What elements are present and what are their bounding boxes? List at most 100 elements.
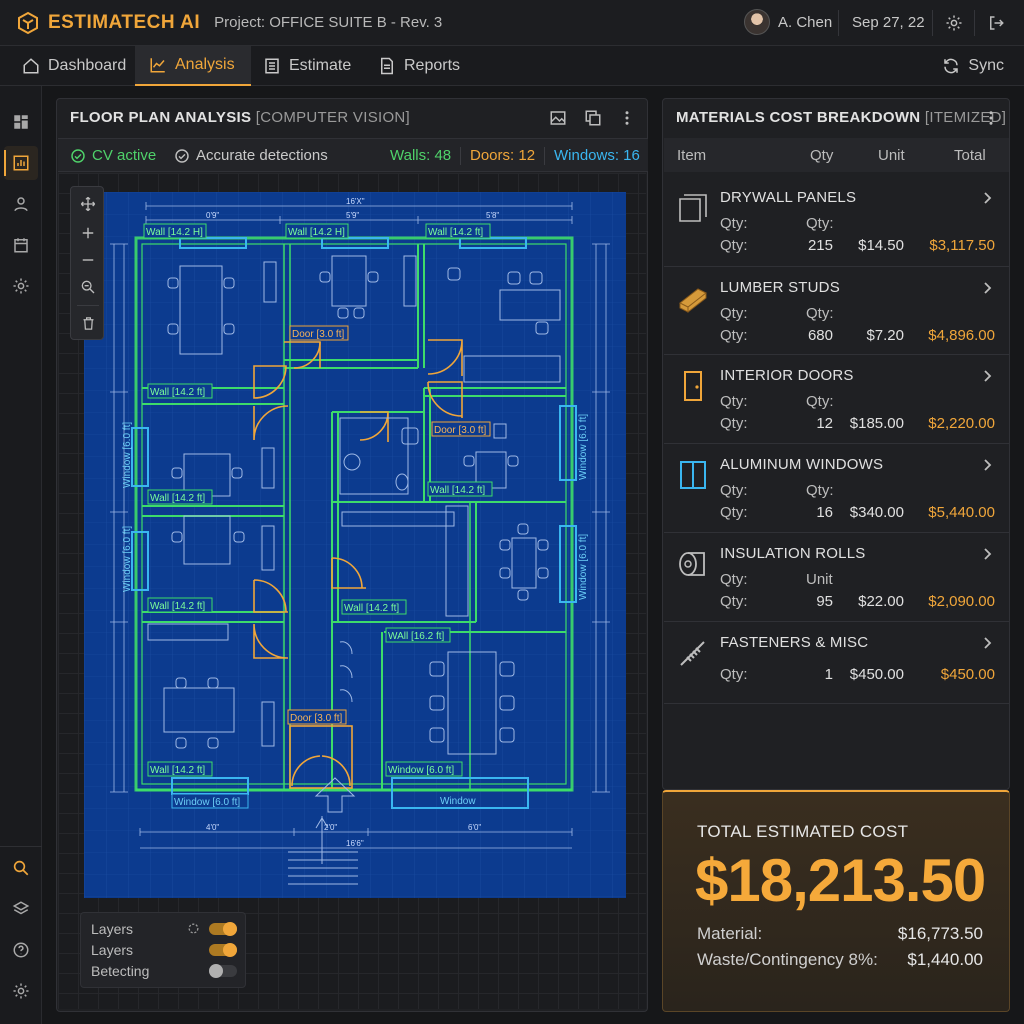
qty-value: 215 — [807, 237, 833, 254]
waste-value: $1,440.00 — [907, 950, 983, 969]
window-label: Window [6.0 ft] — [122, 526, 133, 592]
rail-settings[interactable] — [9, 274, 33, 298]
more-button[interactable] — [619, 109, 635, 132]
svg-text:Window [6.0 ft]: Window [6.0 ft] — [578, 414, 589, 480]
logout-button[interactable] — [985, 12, 1007, 34]
rail-layers[interactable] — [9, 897, 33, 921]
date-display: Sep 27, 22 — [852, 14, 925, 31]
delete-button[interactable] — [76, 311, 100, 335]
svg-text:Wall [14.2 ft]: Wall [14.2 ft] — [344, 603, 399, 614]
tab-reports[interactable]: Reports — [378, 46, 460, 86]
help-icon — [13, 942, 29, 958]
col-qty: Qty — [810, 147, 834, 164]
settings-button[interactable] — [943, 12, 965, 34]
rail-calendar[interactable] — [9, 233, 33, 257]
materials-cost-panel: MATERIALS COST BREAKDOWN [ITEMIZED] Item… — [662, 98, 1010, 790]
doors-count: Doors: 12 — [470, 147, 536, 164]
walls-count: Walls: 48 — [390, 147, 452, 164]
qty-caption: Qty: — [720, 415, 748, 432]
project-title: Project: OFFICE SUITE B - Rev. 3 — [214, 14, 443, 31]
tab-analysis[interactable]: Analysis — [135, 46, 251, 86]
total-label: TOTAL ESTIMATED COST — [697, 822, 909, 841]
insulation-roll-icon — [676, 547, 710, 581]
tab-label: Analysis — [175, 56, 235, 73]
gear-icon — [13, 278, 29, 294]
svg-text:Wall [14.2 ft]: Wall [14.2 ft] — [428, 227, 483, 238]
dimension-label: 0'9" — [206, 211, 219, 220]
layer-toggle[interactable] — [209, 922, 237, 936]
more-button[interactable] — [983, 109, 999, 132]
cube-logo-icon — [18, 11, 38, 34]
search-icon — [81, 280, 95, 294]
rail-dashboard[interactable] — [9, 110, 33, 134]
divider — [838, 10, 839, 36]
floor-plan-drawing: 16'X" 0'9" 5'9" 5'8" 4'0" 2'0" 6'0" 16'6… — [84, 192, 626, 898]
rail-search[interactable] — [9, 856, 33, 880]
chevron-right-icon[interactable] — [983, 191, 993, 210]
qty-caption: Qty: — [720, 504, 748, 521]
line-total: $4,896.00 — [928, 327, 995, 344]
qty-caption: Qty: — [720, 393, 748, 410]
svg-text:Door [3.0 ft]: Door [3.0 ft] — [292, 329, 344, 340]
sync-button[interactable]: Sync — [942, 46, 1004, 86]
plan-title: FLOOR PLAN ANALYSIS — [70, 109, 252, 126]
chevron-right-icon[interactable] — [983, 281, 993, 300]
image-button[interactable] — [549, 109, 567, 132]
grid-icon — [14, 115, 28, 129]
svg-text:Wall [14.2 ft]: Wall [14.2 ft] — [150, 765, 205, 776]
qty-caption: Unit — [806, 571, 833, 588]
qty-value: 16 — [816, 504, 833, 521]
blueprint-canvas[interactable]: 16'X" 0'9" 5'9" 5'8" 4'0" 2'0" 6'0" 16'6… — [84, 192, 626, 898]
tab-estimate[interactable]: Estimate — [263, 46, 351, 86]
layer-label: Betecting — [91, 963, 150, 979]
material-name: ALUMINUM WINDOWS — [720, 456, 884, 473]
chevron-right-icon[interactable] — [983, 369, 993, 388]
move-icon — [80, 196, 96, 212]
rail-help[interactable] — [9, 938, 33, 962]
qty-caption: Qty: — [720, 215, 748, 232]
material-row[interactable]: LUMBER STUDS Qty: Qty: Qty: 680 $7.20 $4,896.0… — [664, 267, 1009, 355]
tab-dashboard[interactable]: Dashboard — [22, 46, 126, 86]
col-unit: Unit — [878, 147, 905, 164]
rail-analysis[interactable] — [4, 146, 38, 180]
table-header: Item Qty Unit Total — [664, 138, 1009, 172]
copy-button[interactable] — [584, 109, 602, 132]
window-label: Window — [440, 796, 476, 807]
chevron-right-icon[interactable] — [983, 636, 993, 655]
user-menu[interactable]: A. Chen — [744, 9, 832, 35]
qty-caption: Qty: — [720, 593, 748, 610]
pan-button[interactable] — [76, 192, 100, 216]
zoom-out-button[interactable] — [76, 248, 100, 272]
image-icon — [550, 111, 566, 125]
sync-label: Sync — [968, 57, 1004, 74]
qty-caption: Qty: — [720, 571, 748, 588]
svg-text:Wall [14.2 ft]: Wall [14.2 ft] — [430, 485, 485, 496]
material-row[interactable]: INSULATION ROLLS Qty: Unit Qty: 95 $22.00 $2,0… — [664, 533, 1009, 622]
chevron-right-icon[interactable] — [983, 458, 993, 477]
brand-logo[interactable]: ESTIMATECH AI — [16, 11, 200, 35]
material-row[interactable]: FASTENERS & MISC Qty: 1 $450.00 $450.00 — [664, 622, 1009, 704]
refresh-icon — [944, 58, 959, 74]
window-label: Window [6.0 ft] — [122, 422, 133, 488]
window-label: Window [6.0 ft] — [171, 793, 249, 809]
dimension-label: 5'8" — [486, 211, 499, 220]
gear-icon — [946, 15, 962, 31]
dimension-label: 4'0" — [206, 823, 219, 832]
rail-users[interactable] — [9, 192, 33, 216]
qty-caption: Qty: — [806, 393, 834, 410]
chevron-right-icon[interactable] — [983, 547, 993, 566]
more-vertical-icon — [989, 111, 993, 125]
layer-toggle[interactable] — [209, 964, 237, 978]
layer-toggle[interactable] — [209, 943, 237, 957]
calendar-icon — [14, 238, 28, 253]
windows-count: Windows: 16 — [554, 147, 640, 164]
material-row[interactable]: ALUMINUM WINDOWS Qty: Qty: Qty: 16 $340.00 $5,… — [664, 444, 1009, 533]
window-icon — [676, 458, 710, 492]
zoom-fit-button[interactable] — [76, 275, 100, 299]
unit-price: $340.00 — [849, 504, 904, 521]
window-label: Window [6.0 ft] — [578, 534, 589, 600]
material-row[interactable]: DRYWALL PANELS Qty: Qty: Qty: 215 $14.50 $3,11… — [664, 177, 1009, 267]
zoom-in-button[interactable] — [76, 221, 100, 245]
rail-preferences[interactable] — [9, 979, 33, 1003]
material-row[interactable]: INTERIOR DOORS Qty: Qty: Qty: 12 $185.00 $2,22… — [664, 355, 1009, 444]
